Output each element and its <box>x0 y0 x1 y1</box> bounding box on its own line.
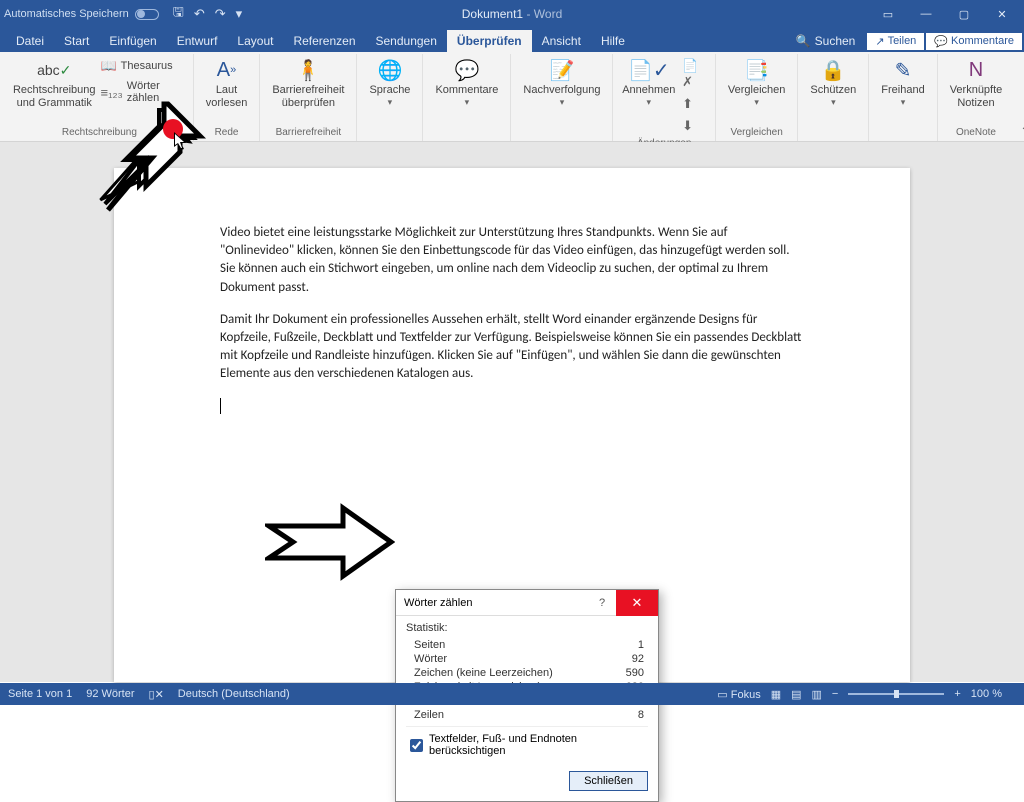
close-window-icon[interactable]: ✕ <box>984 3 1020 25</box>
include-textboxes-checkbox[interactable]: Textfelder, Fuß- und Endnoten berücksich… <box>406 726 648 761</box>
comments-menu-button[interactable]: 💬Kommentare▾ <box>429 54 504 110</box>
tab-ueberpruefen[interactable]: Überprüfen <box>447 30 532 52</box>
tab-referenzen[interactable]: Referenzen <box>283 30 365 52</box>
comments-button[interactable]: 💬Kommentare <box>926 33 1022 50</box>
view-print-icon[interactable]: ▤ <box>791 688 801 701</box>
accept-icon: 📄✓ <box>628 56 670 84</box>
ribbon-collapse-icon[interactable]: ⌃ <box>1014 121 1024 141</box>
view-web-icon[interactable]: ▥ <box>812 688 822 701</box>
accept-button[interactable]: 📄✓Annehmen▾ <box>619 54 678 110</box>
reject-button[interactable]: 📄✗ <box>678 56 709 92</box>
status-bar: Seite 1 von 1 92 Wörter ▯✕ Deutsch (Deut… <box>0 683 1024 705</box>
comments-icon: 💬 <box>454 56 479 84</box>
maximize-icon[interactable]: ▢ <box>946 3 982 25</box>
stat-words: Wörter92 <box>406 652 648 666</box>
zoom-slider[interactable] <box>848 693 944 695</box>
reject-icon: 📄✗ <box>682 58 705 90</box>
comment-icon: 💬 <box>934 35 948 48</box>
redo-icon[interactable]: ↷ <box>215 6 226 22</box>
read-aloud-icon: A» <box>217 56 236 84</box>
tracking-button[interactable]: 📝Nachverfolgung▾ <box>517 54 606 110</box>
thesaurus-icon: 📖 <box>100 58 116 74</box>
status-spellcheck-icon[interactable]: ▯✕ <box>149 688 164 701</box>
qat-customize-icon[interactable]: ▾ <box>236 6 243 22</box>
dialog-close-button[interactable]: Schließen <box>569 771 648 791</box>
abc-check-icon: abc✓ <box>37 56 71 84</box>
undo-icon[interactable]: ↶ <box>194 6 205 22</box>
ribbon-display-icon[interactable]: ▭ <box>870 3 906 25</box>
tab-einfuegen[interactable]: Einfügen <box>99 30 166 52</box>
stat-chars-no-spaces: Zeichen (keine Leerzeichen)590 <box>406 666 648 680</box>
tab-datei[interactable]: Datei <box>6 30 54 52</box>
tracking-icon: 📝 <box>550 56 575 84</box>
dialog-close-icon[interactable]: ✕ <box>616 590 658 616</box>
status-language[interactable]: Deutsch (Deutschland) <box>178 688 290 700</box>
view-read-icon[interactable]: ▦ <box>771 688 781 701</box>
stat-pages: Seiten1 <box>406 638 648 652</box>
share-button[interactable]: ↗Teilen <box>867 33 924 50</box>
statistics-header: Statistik: <box>406 622 648 634</box>
autosave-toggle[interactable]: Automatisches Speichern <box>4 8 159 20</box>
ribbon: abc✓ Rechtschreibung und Grammatik 📖Thes… <box>0 52 1024 142</box>
next-change-button[interactable]: ⬇ <box>678 116 709 136</box>
prev-change-button[interactable]: ⬆ <box>678 94 709 114</box>
document-title: Dokument1 - Word <box>462 7 563 21</box>
tab-entwurf[interactable]: Entwurf <box>167 30 228 52</box>
paragraph-1[interactable]: Video bietet eine leistungsstarke Möglic… <box>220 224 804 297</box>
checkbox-input[interactable] <box>410 739 423 752</box>
dialog-titlebar[interactable]: Wörter zählen ? ✕ <box>396 590 658 616</box>
tab-start[interactable]: Start <box>54 30 99 52</box>
accessibility-button[interactable]: 🧍Barrierefreiheit überprüfen <box>266 54 350 111</box>
focus-mode-button[interactable]: ▭ Fokus <box>717 688 760 701</box>
document-workspace[interactable]: Video bietet eine leistungsstarke Möglic… <box>0 142 1024 682</box>
language-button[interactable]: 🌐Sprache▾ <box>363 54 416 110</box>
text-cursor <box>220 398 221 414</box>
stat-lines: Zeilen8 <box>406 708 648 722</box>
compare-button[interactable]: 📑Vergleichen▾ <box>722 54 792 110</box>
search-icon: 🔍 <box>796 34 811 48</box>
ribbon-tabs: Datei Start Einfügen Entwurf Layout Refe… <box>0 28 1024 52</box>
zoom-level[interactable]: 100 % <box>971 688 1002 700</box>
read-aloud-button[interactable]: A»Laut vorlesen <box>200 54 254 111</box>
status-page[interactable]: Seite 1 von 1 <box>8 688 72 700</box>
language-icon: 🌐 <box>377 56 402 84</box>
zoom-out-icon[interactable]: − <box>832 688 838 700</box>
save-icon[interactable]: 🖫 <box>173 3 184 25</box>
spellcheck-button[interactable]: abc✓ Rechtschreibung und Grammatik <box>12 54 96 111</box>
thesaurus-button[interactable]: 📖Thesaurus <box>96 56 186 76</box>
paragraph-2[interactable]: Damit Ihr Dokument ein professionelles A… <box>220 311 804 384</box>
toggle-switch-icon[interactable] <box>135 9 159 20</box>
tab-hilfe[interactable]: Hilfe <box>591 30 635 52</box>
next-icon: ⬇ <box>682 118 693 134</box>
word-count-icon: ≡₁₂₃ <box>100 85 122 100</box>
search-box[interactable]: 🔍Suchen <box>786 30 866 52</box>
minimize-icon[interactable]: — <box>908 3 944 25</box>
ink-button[interactable]: ✎Freihand▾ <box>875 54 930 110</box>
share-icon: ↗ <box>875 35 884 48</box>
word-count-button[interactable]: ≡₁₂₃Wörter zählen <box>96 78 186 106</box>
zoom-in-icon[interactable]: + <box>954 688 960 700</box>
title-bar: Automatisches Speichern 🖫 ↶ ↷ ▾ Dokument… <box>0 0 1024 28</box>
protect-button[interactable]: 🔒Schützen▾ <box>804 54 862 110</box>
tab-layout[interactable]: Layout <box>227 30 283 52</box>
onenote-button[interactable]: NVerknüpfte Notizen <box>944 54 1009 111</box>
dialog-title: Wörter zählen <box>404 597 472 609</box>
accessibility-icon: 🧍 <box>296 56 321 84</box>
tab-sendungen[interactable]: Sendungen <box>366 30 447 52</box>
dialog-help-icon[interactable]: ? <box>588 597 616 609</box>
status-word-count[interactable]: 92 Wörter <box>86 688 134 700</box>
protect-icon: 🔒 <box>821 56 846 84</box>
quick-access-toolbar: 🖫 ↶ ↷ ▾ <box>173 3 242 25</box>
autosave-label: Automatisches Speichern <box>4 8 129 20</box>
onenote-icon: N <box>969 56 983 84</box>
prev-icon: ⬆ <box>682 96 693 112</box>
tab-ansicht[interactable]: Ansicht <box>532 30 591 52</box>
ink-icon: ✎ <box>895 56 912 84</box>
compare-icon: 📑 <box>744 56 769 84</box>
